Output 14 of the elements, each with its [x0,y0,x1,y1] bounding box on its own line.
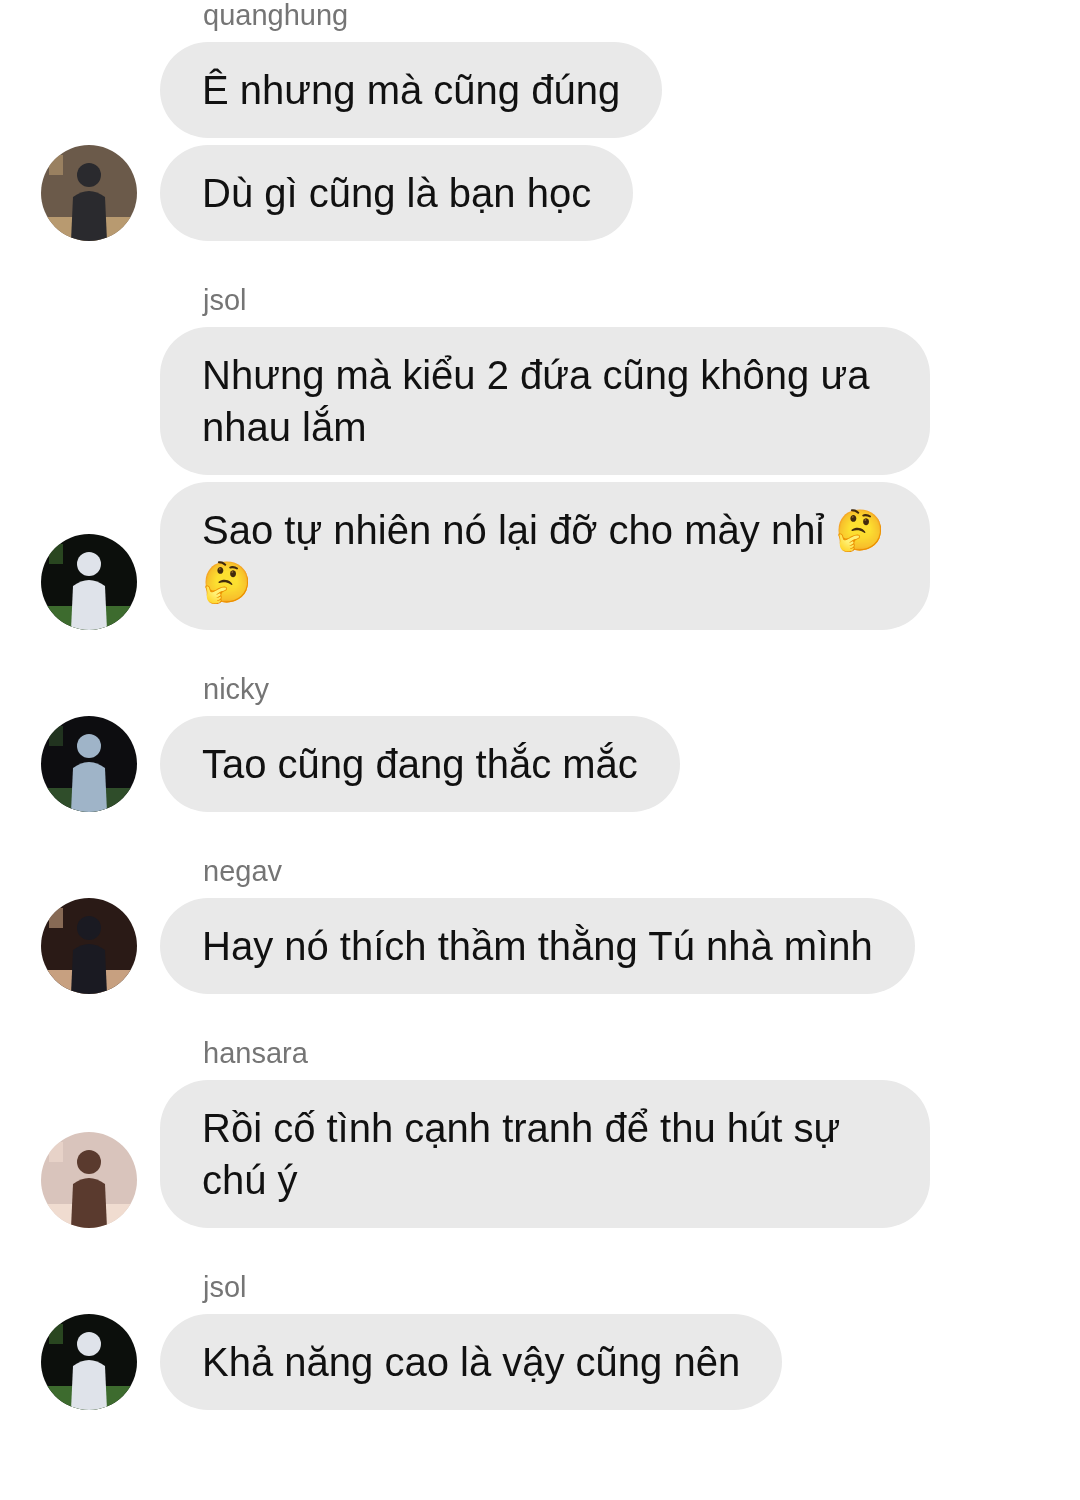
message-bubble: Dù gì cũng là bạn học [160,145,634,241]
message-bubble: Ê nhưng mà cũng đúng [160,42,663,138]
message-bubble: Tao cũng đang thắc mắc [160,716,680,812]
message-bubble: Nhưng mà kiểu 2 đứa cũng không ưa nhau lắm [160,327,930,475]
sender-name: nicky [203,674,271,704]
message-bubble: Rồi cố tình cạnh tranh để thu hút sự chú ý [160,1080,930,1228]
sender-name: quanghung [203,0,350,30]
sender-name: negav [203,856,283,886]
message-bubble: Hay nó thích thầm thằng Tú nhà mình [160,898,915,994]
message-bubble: Sao tự nhiên nó lại đỡ cho mày nhỉ 🤔🤔 [160,482,930,630]
sender-name: hansara [203,1038,309,1068]
sender-name: jsol [203,1272,248,1302]
sender-name: jsol [203,285,248,315]
message-bubble: Khả năng cao là vậy cũng nên [160,1314,783,1410]
